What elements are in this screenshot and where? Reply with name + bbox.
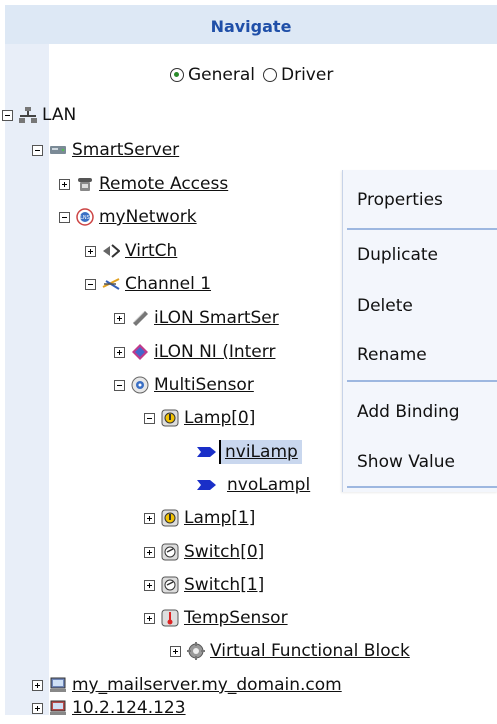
tree-label[interactable]: 10.2.124.123 [72, 696, 186, 720]
navigate-header: Navigate [0, 0, 497, 44]
general-radio-label[interactable]: General [188, 65, 255, 85]
svg-text:LNS: LNS [80, 215, 90, 221]
tree-item-lamp-1[interactable]: Lamp[1] [144, 506, 255, 530]
thermometer-icon [161, 609, 179, 627]
collapse-toggle[interactable] [2, 109, 13, 121]
tree-item-switch-0[interactable]: Switch[0] [144, 540, 264, 564]
collapse-toggle[interactable] [59, 211, 70, 223]
switch-block-icon [161, 543, 179, 561]
tree-item-mynetwork[interactable]: LNS myNetwork [59, 205, 197, 229]
expand-toggle[interactable] [144, 612, 155, 624]
tree-label[interactable]: Lamp[0] [184, 406, 255, 430]
device-icon [131, 309, 149, 327]
computer-icon [49, 676, 67, 694]
sensor-device-icon [131, 376, 149, 394]
router-icon [131, 343, 149, 361]
menu-separator [347, 486, 497, 488]
general-radio[interactable] [170, 68, 184, 82]
menu-item-delete[interactable]: Delete [357, 296, 413, 316]
expand-toggle[interactable] [85, 245, 96, 257]
collapse-toggle[interactable] [114, 379, 125, 391]
channel-icon [102, 275, 120, 293]
tree-item-virtual-functional-block[interactable]: Virtual Functional Block [170, 639, 410, 663]
expand-toggle[interactable] [144, 546, 155, 558]
tree-label[interactable]: MultiSensor [154, 373, 254, 397]
collapse-toggle[interactable] [85, 278, 96, 290]
tree-item-remote-access[interactable]: Remote Access [59, 172, 228, 196]
tree-item-nvilamp[interactable]: nviLamp [196, 440, 302, 464]
tree-label[interactable]: myNetwork [99, 205, 197, 229]
collapse-toggle[interactable] [32, 144, 43, 156]
phone-icon [76, 175, 94, 193]
gear-block-icon [187, 642, 205, 660]
tree-label[interactable]: my_mailserver.my_domain.com [72, 673, 342, 697]
menu-item-show-value[interactable]: Show Value [357, 452, 455, 472]
tree-item-channel-1[interactable]: Channel 1 [85, 272, 211, 296]
menu-item-duplicate[interactable]: Duplicate [357, 245, 438, 265]
menu-separator [347, 380, 497, 382]
context-menu: Properties Duplicate Delete Rename Add B… [342, 170, 497, 492]
menu-item-rename[interactable]: Rename [357, 345, 427, 365]
tree-item-virtch[interactable]: VirtCh [85, 239, 177, 263]
tree-item-lan[interactable]: LAN [2, 103, 76, 127]
expand-toggle[interactable] [144, 512, 155, 524]
driver-radio[interactable] [263, 68, 277, 82]
output-variable-icon [196, 476, 216, 494]
tree-item-ip-address[interactable]: 10.2.124.123 [32, 696, 186, 720]
expand-toggle[interactable] [32, 679, 43, 691]
computer-icon [49, 699, 67, 717]
tree-label[interactable]: Lamp[1] [184, 506, 255, 530]
expand-toggle[interactable] [114, 312, 125, 324]
menu-item-add-binding[interactable]: Add Binding [357, 402, 460, 422]
tree-label[interactable]: TempSensor [184, 606, 288, 630]
tree-item-switch-1[interactable]: Switch[1] [144, 573, 264, 597]
tree-label[interactable]: iLON SmartSer [154, 306, 279, 330]
header-title: Navigate [210, 17, 292, 36]
expand-toggle[interactable] [170, 645, 181, 657]
tree-label[interactable]: SmartServer [72, 138, 179, 162]
tree-item-tempsensor[interactable]: TempSensor [144, 606, 288, 630]
expand-toggle[interactable] [144, 579, 155, 591]
tree-label[interactable]: Virtual Functional Block [210, 639, 410, 663]
tree-item-lamp-0[interactable]: Lamp[0] [144, 406, 255, 430]
switch-block-icon [161, 576, 179, 594]
functional-block-icon [161, 509, 179, 527]
tree-item-mailserver[interactable]: my_mailserver.my_domain.com [32, 673, 342, 697]
input-variable-icon [196, 443, 216, 461]
tree-label: LAN [42, 105, 77, 125]
menu-separator [347, 228, 497, 230]
tree-label-selected[interactable]: nviLamp [219, 440, 302, 464]
network-lan-icon [19, 106, 37, 124]
view-mode-radio-group: General Driver [170, 62, 333, 88]
tree-item-ilon-ni[interactable]: iLON NI (Interr [114, 340, 275, 364]
tree-label[interactable]: Switch[0] [184, 540, 264, 564]
tree-label[interactable]: VirtCh [125, 239, 177, 263]
virtual-channel-icon [102, 242, 121, 260]
expand-toggle[interactable] [32, 702, 43, 714]
tree-item-smartserver[interactable]: SmartServer [32, 138, 179, 162]
expand-toggle[interactable] [59, 178, 70, 190]
tree-label[interactable]: nvoLampl [227, 473, 310, 497]
lns-network-icon: LNS [76, 208, 94, 226]
tree-label[interactable]: iLON NI (Interr [154, 340, 275, 364]
menu-item-properties[interactable]: Properties [357, 190, 443, 210]
collapse-toggle[interactable] [144, 412, 155, 424]
tree-item-multisensor[interactable]: MultiSensor [114, 373, 254, 397]
tree-label[interactable]: Switch[1] [184, 573, 264, 597]
server-icon [49, 141, 67, 159]
functional-block-icon [161, 409, 179, 427]
expand-toggle[interactable] [114, 346, 125, 358]
tree-label[interactable]: Remote Access [99, 172, 228, 196]
tree-item-nvolamp[interactable]: nvoLampl [196, 473, 310, 497]
tree-label[interactable]: Channel 1 [125, 272, 211, 296]
tree-item-ilon-smartserver[interactable]: iLON SmartSer [114, 306, 279, 330]
driver-radio-label[interactable]: Driver [281, 65, 333, 85]
